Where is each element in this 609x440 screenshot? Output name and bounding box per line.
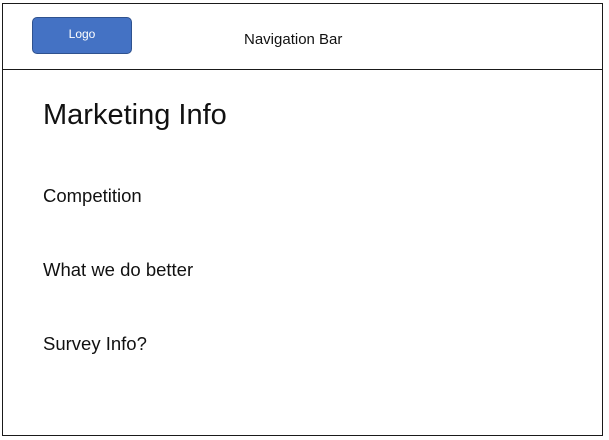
section-survey-info: Survey Info? xyxy=(43,333,147,354)
navigation-bar-title: Navigation Bar xyxy=(244,31,343,48)
section-what-we-do-better: What we do better xyxy=(43,259,194,280)
navigation-bar: Logo Navigation Bar xyxy=(3,4,602,70)
logo-button[interactable]: Logo xyxy=(32,17,132,54)
page-frame: Logo Navigation Bar Marketing Info Compe… xyxy=(2,3,603,436)
page-title: Marketing Info xyxy=(43,99,227,131)
section-competition: Competition xyxy=(43,185,142,206)
